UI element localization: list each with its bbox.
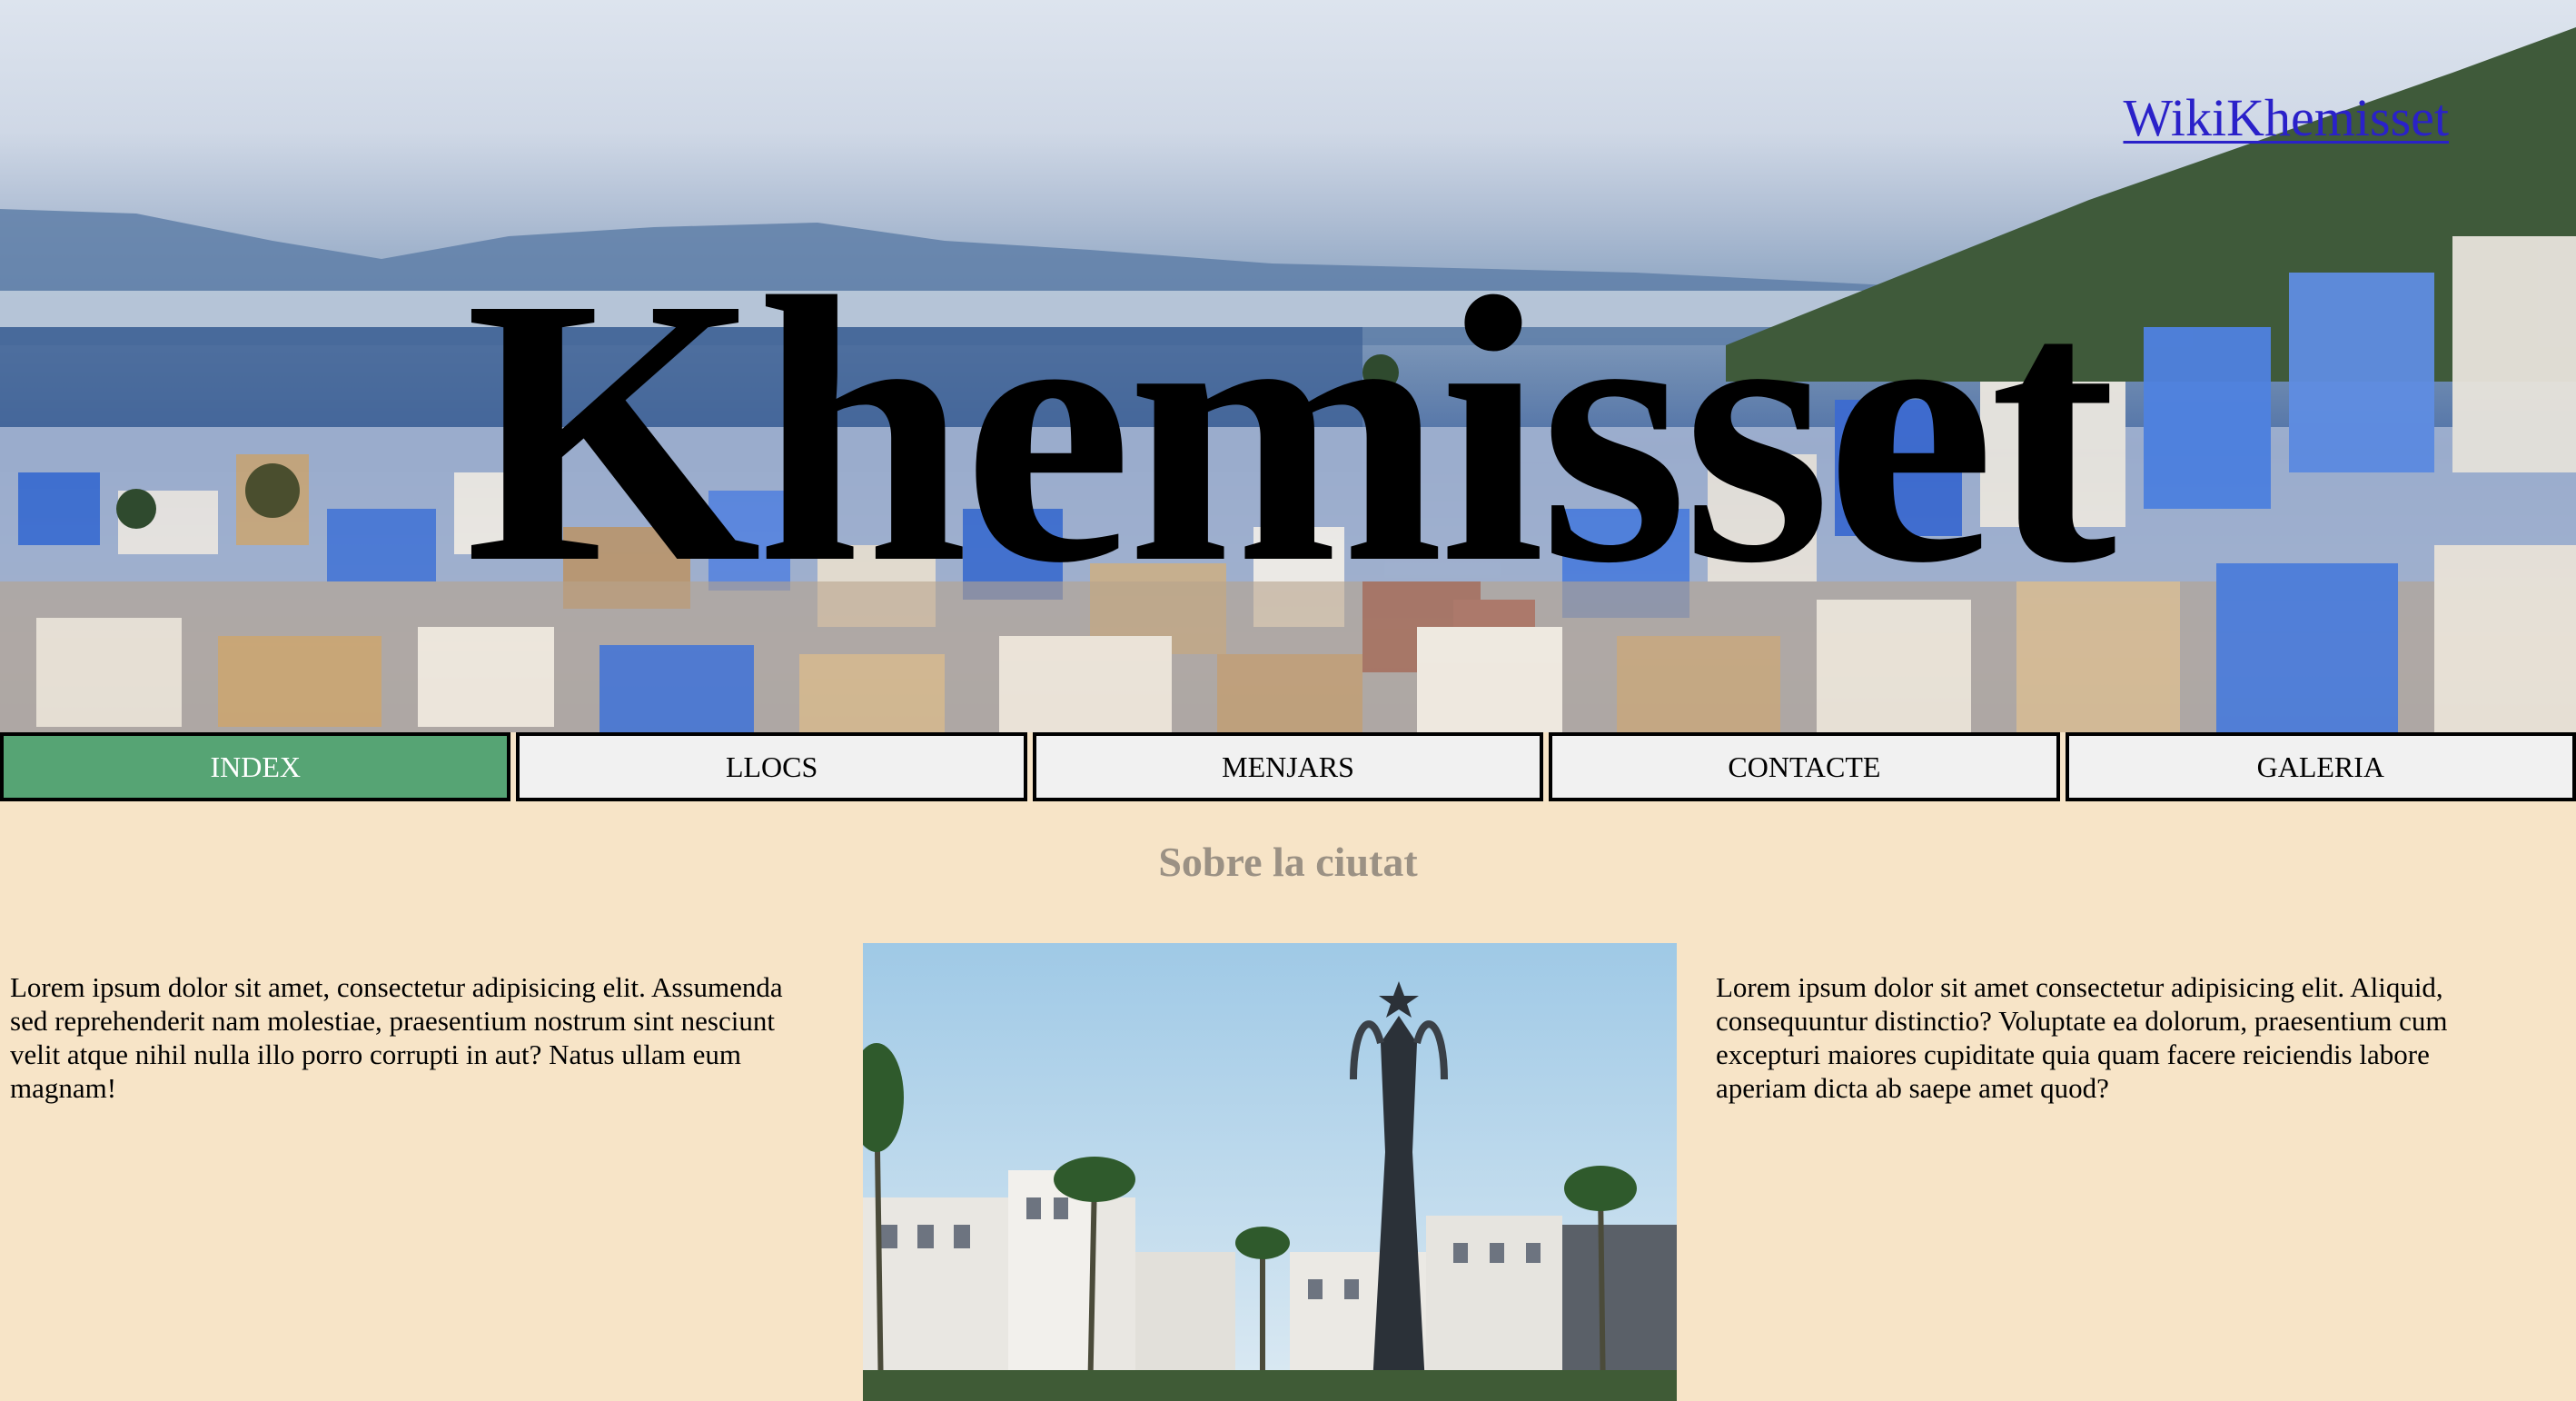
site-home-link[interactable]: WikiKhemisset — [2123, 87, 2449, 148]
city-monument-image — [863, 943, 1677, 1401]
hero-banner: WikiKhemisset Khemisset — [0, 0, 2576, 732]
main-navigation: INDEX LLOCS MENJARS CONTACTE GALERIA — [0, 732, 2576, 801]
nav-item-galeria[interactable]: GALERIA — [2065, 732, 2576, 801]
right-paragraph: Lorem ipsum dolor sit amet consectetur a… — [1716, 971, 2448, 1104]
section-title: Sobre la ciutat — [1158, 839, 1418, 885]
nav-item-llocs[interactable]: LLOCS — [516, 732, 1027, 801]
nav-item-menjars[interactable]: MENJARS — [1032, 732, 1544, 801]
nav-item-index[interactable]: INDEX — [0, 732, 511, 801]
page-title: Khemisset — [464, 219, 2116, 641]
nav-item-contacte[interactable]: CONTACTE — [1549, 732, 2060, 801]
left-paragraph: Lorem ipsum dolor sit amet, consectetur … — [10, 971, 783, 1104]
